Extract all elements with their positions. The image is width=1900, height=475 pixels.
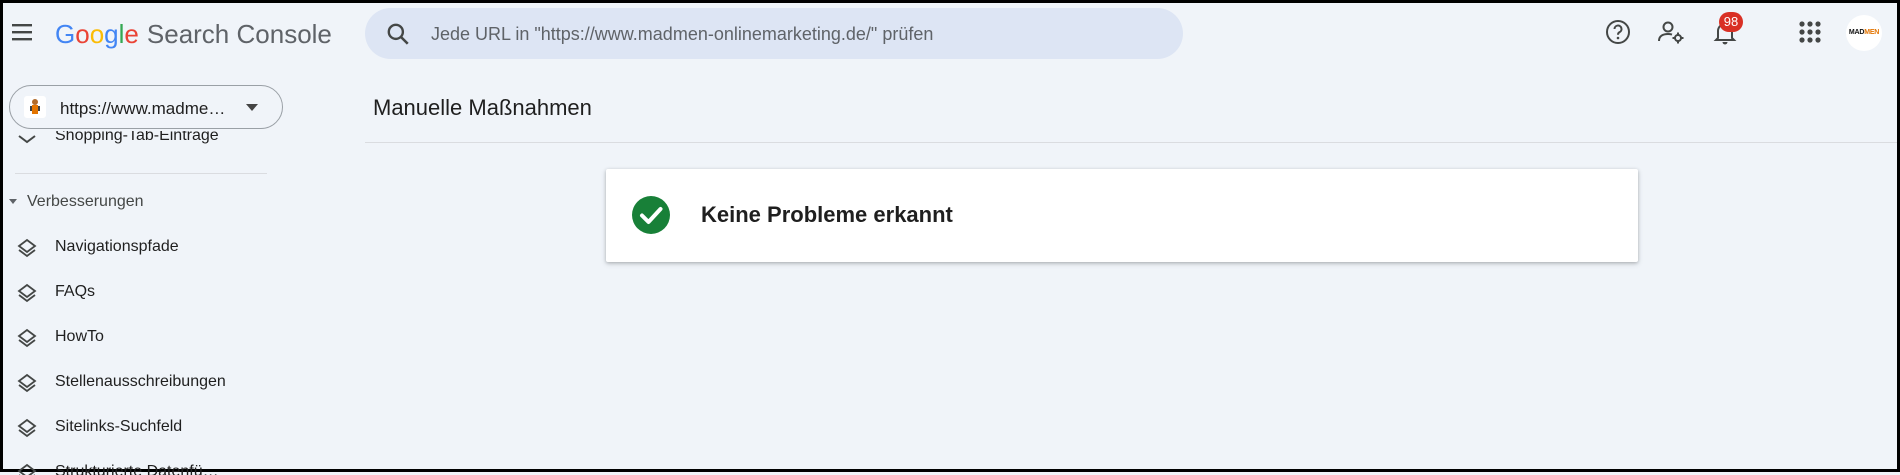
title-divider: [365, 142, 1897, 143]
property-favicon-icon: [24, 96, 46, 118]
top-app-bar: GoogleSearch Console 98 MADMEN: [3, 3, 1897, 67]
sidebar-item-label: FAQs: [55, 283, 96, 300]
sidebar-item-label: Stellenausschreibungen: [55, 373, 226, 390]
logo-letter: G: [55, 19, 76, 49]
logo-letter: o: [75, 19, 90, 49]
manage-users-icon[interactable]: [1656, 17, 1686, 47]
layers-icon: [17, 373, 37, 393]
help-icon[interactable]: [1603, 17, 1633, 47]
sidebar-divider: [15, 173, 267, 174]
sidebar-item-stellenausschreibungen[interactable]: Stellenausschreibungen: [3, 363, 343, 403]
sidebar-item-navigationspfade[interactable]: Navigationspfade: [3, 228, 343, 268]
sidebar-item-sitelinks-suchfeld[interactable]: Sitelinks-Suchfeld: [3, 408, 343, 448]
sidebar-item-shopping-tab[interactable]: Shopping-Tab-Einträge: [55, 131, 219, 145]
logo-letter: e: [124, 19, 139, 49]
sidebar-item-label: Strukturierte Datenfü…: [55, 463, 219, 475]
layers-icon: [17, 328, 37, 348]
status-message: Keine Probleme erkannt: [701, 202, 953, 227]
section-header-verbesserungen[interactable]: Verbesserungen: [9, 193, 144, 213]
section-title: Verbesserungen: [27, 193, 144, 210]
logo-letter: o: [89, 19, 105, 49]
sidebar-nav: Shopping-Tab-Einträge Verbesserungen Nav…: [3, 131, 363, 475]
layers-icon: [17, 418, 37, 438]
url-inspection-input[interactable]: [429, 8, 1153, 61]
search-icon[interactable]: [385, 21, 411, 47]
url-inspection-search[interactable]: [365, 8, 1183, 61]
notification-count-badge: 98: [1719, 12, 1743, 32]
menu-icon[interactable]: [9, 21, 35, 43]
account-avatar[interactable]: MADMEN: [1846, 15, 1882, 51]
dropdown-arrow-icon: [246, 104, 258, 111]
status-card: Keine Probleme erkannt: [606, 169, 1638, 262]
google-search-console-logo[interactable]: Google Search Console: [55, 17, 332, 51]
collapse-arrow-icon: [9, 199, 17, 205]
apps-icon[interactable]: [1795, 17, 1825, 47]
property-url: https://www.madme…: [60, 99, 226, 118]
sidebar-item-label: HowTo: [55, 328, 104, 345]
sidebar-item-label: Sitelinks-Suchfeld: [55, 418, 183, 435]
sidebar-item-label: Navigationspfade: [55, 238, 179, 255]
sidebar-item-faqs[interactable]: FAQs: [3, 273, 343, 313]
logo-letter: g: [104, 19, 119, 49]
check-circle-icon: [632, 196, 670, 234]
sidebar-item-howto[interactable]: HowTo: [3, 318, 343, 358]
layers-icon: [18, 135, 36, 144]
layers-icon: [17, 238, 37, 258]
layers-icon: [17, 463, 37, 475]
product-name: Search Console: [146, 19, 332, 49]
avatar-text: MEN: [1864, 29, 1880, 36]
page-title: Manuelle Maßnahmen: [373, 95, 592, 120]
avatar-text: MAD: [1848, 29, 1865, 36]
layers-icon: [17, 283, 37, 303]
property-selector[interactable]: https://www.madme…: [9, 85, 283, 129]
